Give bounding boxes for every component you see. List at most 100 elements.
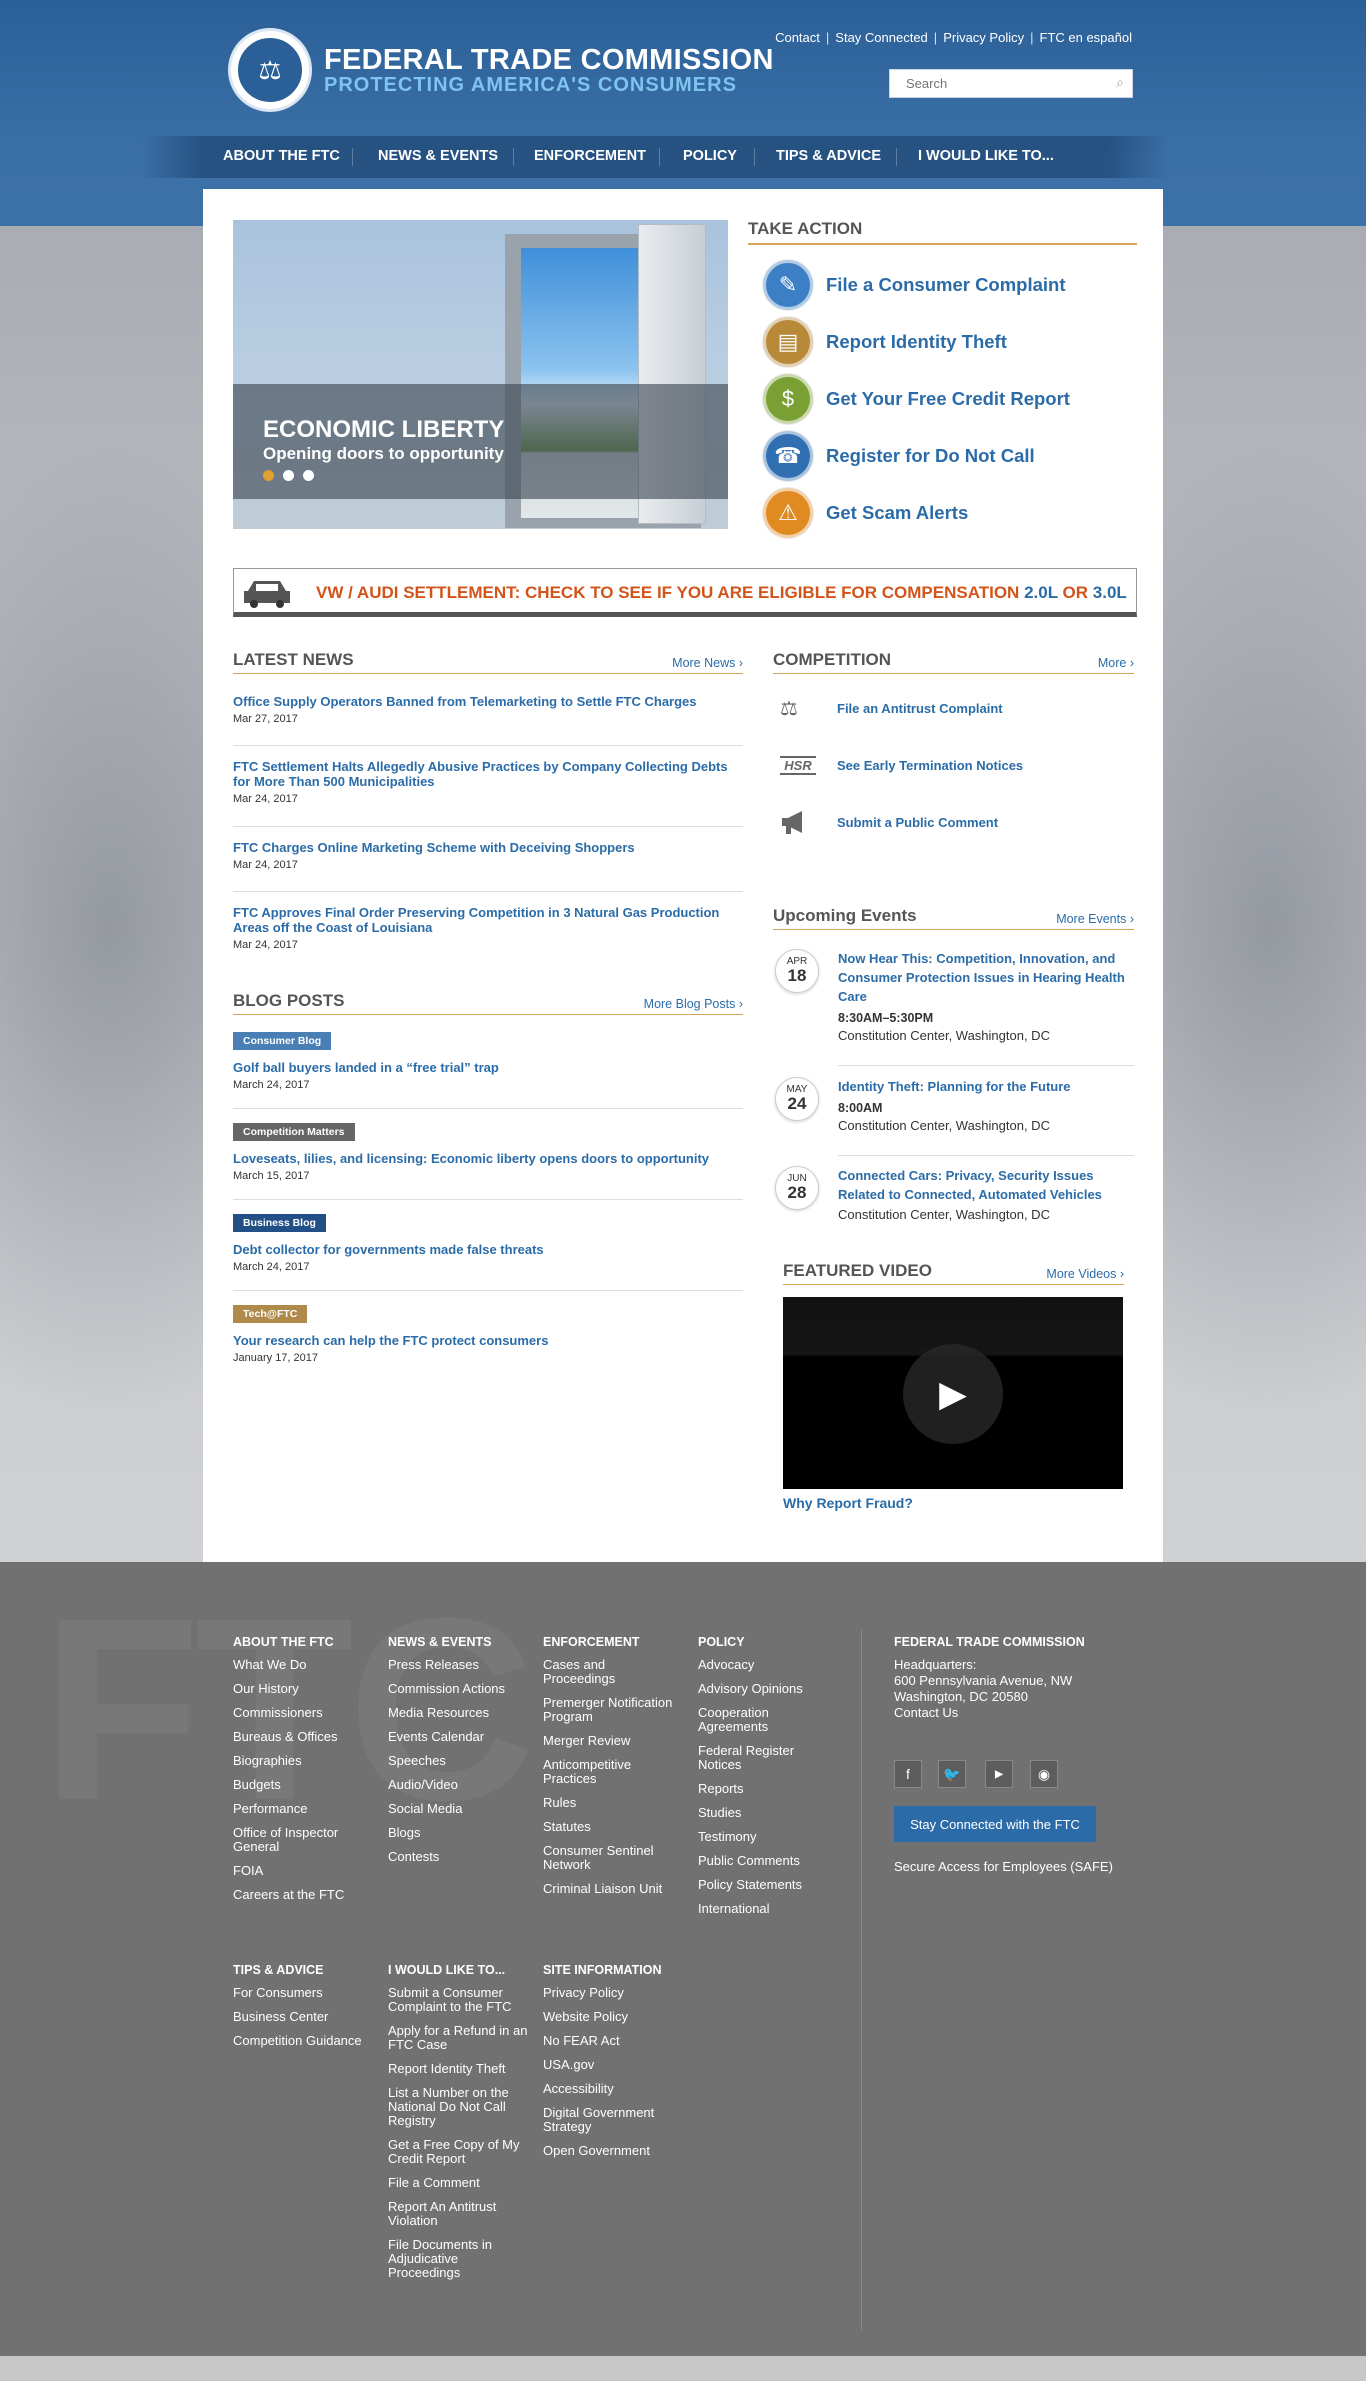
footer-link[interactable]: Commissioners — [233, 1706, 378, 1720]
event-title[interactable]: Now Hear This: Competition, Innovation, … — [838, 949, 1133, 1006]
footer-link[interactable]: International — [698, 1902, 818, 1916]
footer-link[interactable]: Open Government — [543, 2144, 683, 2158]
event-title[interactable]: Connected Cars: Privacy, Security Issues… — [838, 1166, 1133, 1204]
nav-tips-advice[interactable]: TIPS & ADVICE — [776, 148, 881, 164]
news-title[interactable]: FTC Approves Final Order Preserving Comp… — [233, 905, 743, 935]
facebook-icon[interactable]: f — [894, 1760, 922, 1788]
nav-news-events[interactable]: NEWS & EVENTS — [378, 148, 498, 164]
search-input[interactable] — [890, 70, 1100, 97]
footer-col-header[interactable]: NEWS & EVENTS — [388, 1635, 533, 1649]
footer-link[interactable]: Testimony — [698, 1830, 818, 1844]
blog-tag[interactable]: Consumer Blog — [233, 1032, 332, 1050]
stay-connected-button[interactable]: Stay Connected with the FTC — [894, 1806, 1096, 1842]
utility-link-privacy-policy[interactable]: Privacy Policy — [943, 30, 1024, 45]
footer-link[interactable]: Submit a Consumer Complaint to the FTC — [388, 1986, 528, 2014]
nav-about[interactable]: ABOUT THE FTC — [223, 148, 340, 164]
footer-link[interactable]: Studies — [698, 1806, 818, 1820]
footer-link[interactable]: Events Calendar — [388, 1730, 533, 1744]
slide-title[interactable]: ECONOMIC LIBERTY — [263, 416, 504, 444]
banner-link-3-0l[interactable]: 3.0L — [1093, 583, 1127, 602]
footer-link[interactable]: Apply for a Refund in an FTC Case — [388, 2024, 528, 2052]
footer-link[interactable]: Business Center — [233, 2010, 378, 2024]
utility-link-stay-connected[interactable]: Stay Connected — [835, 30, 928, 45]
footer-link[interactable]: Anticompetitive Practices — [543, 1758, 678, 1786]
action-scam-alerts[interactable]: ⚠ Get Scam Alerts — [763, 487, 968, 539]
vw-settlement-banner[interactable]: VW / AUDI SETTLEMENT: CHECK TO SEE IF YO… — [233, 568, 1137, 617]
footer-link[interactable]: Careers at the FTC — [233, 1888, 378, 1902]
footer-link[interactable]: Budgets — [233, 1778, 378, 1792]
footer-link[interactable]: Our History — [233, 1682, 378, 1696]
competition-antitrust-complaint[interactable]: ⚖ File an Antitrust Complaint — [780, 693, 1003, 723]
footer-link[interactable]: Office of Inspector General — [233, 1826, 378, 1854]
news-title[interactable]: Office Supply Operators Banned from Tele… — [233, 694, 743, 709]
footer-link[interactable]: Blogs — [388, 1826, 533, 1840]
youtube-icon[interactable]: ▶ — [985, 1760, 1013, 1788]
utility-link-contact[interactable]: Contact — [775, 30, 820, 45]
ftc-seal-logo[interactable]: ⚖ — [228, 28, 312, 112]
video-player[interactable]: ▶ — [783, 1297, 1123, 1489]
footer-link[interactable]: Contests — [388, 1850, 533, 1864]
footer-link[interactable]: Commission Actions — [388, 1682, 533, 1696]
play-icon[interactable]: ▶ — [903, 1344, 1003, 1444]
footer-link[interactable]: Performance — [233, 1802, 378, 1816]
footer-link[interactable]: Reports — [698, 1782, 818, 1796]
slide-dot-2[interactable] — [283, 470, 294, 481]
blog-tag[interactable]: Business Blog — [233, 1214, 326, 1232]
brand-title[interactable]: FEDERAL TRADE COMMISSION — [324, 44, 774, 77]
footer-link[interactable]: For Consumers — [233, 1986, 378, 2000]
footer-link[interactable]: Social Media — [388, 1802, 533, 1816]
footer-contact-link[interactable]: Contact Us — [894, 1706, 1134, 1720]
footer-link[interactable]: Bureaus & Offices — [233, 1730, 378, 1744]
footer-link[interactable]: File a Comment — [388, 2176, 528, 2190]
news-title[interactable]: FTC Charges Online Marketing Scheme with… — [233, 840, 743, 855]
footer-link[interactable]: Get a Free Copy of My Credit Report — [388, 2138, 528, 2166]
footer-link[interactable]: Criminal Liaison Unit — [543, 1882, 678, 1896]
footer-link[interactable]: FOIA — [233, 1864, 378, 1878]
competition-termination-notices[interactable]: HSR See Early Termination Notices — [780, 750, 1023, 780]
hero-slider[interactable]: ECONOMIC LIBERTY Opening doors to opport… — [233, 220, 728, 529]
footer-link[interactable]: List a Number on the National Do Not Cal… — [388, 2086, 528, 2128]
footer-link[interactable]: Federal Register Notices — [698, 1744, 818, 1772]
footer-col-header[interactable]: ENFORCEMENT — [543, 1635, 678, 1649]
more-blog-posts-link[interactable]: More Blog Posts › — [644, 997, 743, 1011]
footer-link[interactable]: Policy Statements — [698, 1878, 818, 1892]
nav-enforcement[interactable]: ENFORCEMENT — [534, 148, 646, 164]
blog-title[interactable]: Loveseats, lilies, and licensing: Econom… — [233, 1151, 743, 1166]
footer-col-header[interactable]: ABOUT THE FTC — [233, 1635, 378, 1649]
utility-link-espanol[interactable]: FTC en español — [1040, 30, 1133, 45]
footer-link[interactable]: Competition Guidance — [233, 2034, 378, 2048]
footer-link[interactable]: Premerger Notification Program — [543, 1696, 678, 1724]
blog-tag[interactable]: Competition Matters — [233, 1123, 355, 1141]
blog-title[interactable]: Your research can help the FTC protect c… — [233, 1333, 743, 1348]
footer-col-header[interactable]: I WOULD LIKE TO... — [388, 1963, 528, 1977]
action-credit-report[interactable]: $ Get Your Free Credit Report — [763, 373, 1070, 425]
search-icon[interactable]: ⌕ — [1116, 74, 1124, 91]
event-title[interactable]: Identity Theft: Planning for the Future — [838, 1077, 1133, 1096]
footer-link[interactable]: Advocacy — [698, 1658, 818, 1672]
footer-col-header[interactable]: TIPS & ADVICE — [233, 1963, 378, 1977]
more-competition-link[interactable]: More › — [1098, 656, 1134, 670]
more-events-link[interactable]: More Events › — [1056, 912, 1134, 926]
footer-link[interactable]: Advisory Opinions — [698, 1682, 818, 1696]
footer-link[interactable]: Media Resources — [388, 1706, 533, 1720]
nav-i-would-like-to[interactable]: I WOULD LIKE TO... — [918, 148, 1054, 164]
video-caption[interactable]: Why Report Fraud? — [783, 1495, 913, 1511]
slide-dot-1[interactable] — [263, 470, 274, 481]
footer-link[interactable]: Accessibility — [543, 2082, 683, 2096]
competition-public-comment[interactable]: Submit a Public Comment — [780, 807, 998, 837]
footer-col-header[interactable]: POLICY — [698, 1635, 818, 1649]
blog-title[interactable]: Golf ball buyers landed in a “free trial… — [233, 1060, 743, 1075]
footer-link[interactable]: Privacy Policy — [543, 1986, 683, 2000]
footer-link[interactable]: Digital Government Strategy — [543, 2106, 683, 2134]
more-videos-link[interactable]: More Videos › — [1046, 1267, 1124, 1281]
footer-link[interactable]: File Documents in Adjudicative Proceedin… — [388, 2238, 528, 2280]
news-title[interactable]: FTC Settlement Halts Allegedly Abusive P… — [233, 759, 743, 789]
footer-link[interactable]: Cooperation Agreements — [698, 1706, 818, 1734]
footer-link[interactable]: No FEAR Act — [543, 2034, 683, 2048]
footer-link[interactable]: Consumer Sentinel Network — [543, 1844, 678, 1872]
twitter-icon[interactable]: 🐦 — [938, 1760, 966, 1788]
footer-link[interactable]: Biographies — [233, 1754, 378, 1768]
footer-link[interactable]: Report An Antitrust Violation — [388, 2200, 528, 2228]
banner-link-2-0l[interactable]: 2.0L — [1024, 583, 1058, 602]
footer-link[interactable]: Merger Review — [543, 1734, 678, 1748]
